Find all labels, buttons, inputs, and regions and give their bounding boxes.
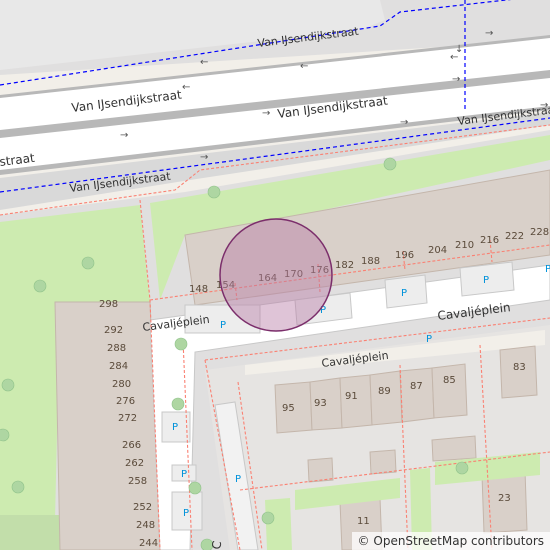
copyright-icon: ©: [357, 534, 370, 548]
building-85[interactable]: [431, 363, 468, 419]
map-canvas[interactable]: ← ← ← ← → → → → → → ↓ → Van IJsendijkstr…: [0, 0, 550, 550]
building-89[interactable]: [369, 370, 403, 426]
house-number: 89: [378, 386, 391, 397]
oneway-arrow-icon: →: [262, 108, 270, 119]
oneway-arrow-icon: →: [452, 74, 460, 85]
house-number: 262: [125, 458, 144, 469]
house-number: 85: [443, 375, 456, 386]
house-number: 188: [361, 256, 380, 267]
tree: [0, 428, 10, 442]
building-87[interactable]: [399, 367, 435, 423]
house-number: 87: [410, 381, 423, 392]
parking-icon: P: [181, 469, 187, 480]
house-number: 93: [314, 398, 327, 409]
house-number: 266: [122, 440, 141, 451]
house-number: 280: [112, 379, 131, 390]
house-number: 284: [109, 361, 128, 372]
parking-icon: P: [235, 474, 241, 485]
parking-icon: P: [220, 320, 226, 331]
house-number: 23: [498, 493, 511, 504]
oneway-arrow-icon: ←: [182, 82, 190, 93]
tree: [188, 481, 202, 495]
house-number: 228: [530, 227, 549, 238]
house-number: 182: [335, 260, 354, 271]
house-number: 210: [455, 240, 474, 251]
house-number: 83: [513, 362, 526, 373]
house-number: 276: [116, 396, 135, 407]
parking-icon: P: [483, 275, 489, 286]
house-number: 222: [505, 231, 524, 242]
oneway-arrow-icon: →: [485, 28, 493, 39]
parking-icon: P: [426, 334, 432, 345]
house-number: 288: [107, 343, 126, 354]
tree: [81, 256, 95, 270]
house-number: 148: [189, 284, 208, 295]
oneway-arrow-icon: →: [120, 130, 128, 141]
house-number: 91: [345, 391, 358, 402]
attribution-text: OpenStreetMap contributors: [373, 534, 544, 548]
parking-icon: P: [545, 264, 550, 275]
building-small-2[interactable]: [369, 449, 397, 475]
house-number: 272: [118, 413, 137, 424]
building-small-3[interactable]: [431, 435, 477, 462]
parking-icon: P: [401, 288, 407, 299]
tree: [455, 461, 469, 475]
tree: [174, 337, 188, 351]
oneway-arrow-icon: ←: [200, 57, 208, 68]
tree: [1, 378, 15, 392]
house-number: 248: [136, 520, 155, 531]
tree: [33, 279, 47, 293]
tree: [383, 157, 397, 171]
oneway-arrow-icon: →: [400, 117, 408, 128]
building-small-1[interactable]: [307, 457, 334, 483]
house-number: 252: [133, 502, 152, 513]
grass-bottom-left: [0, 515, 60, 550]
house-number: 216: [480, 235, 499, 246]
tree: [11, 480, 25, 494]
house-number: 11: [357, 516, 370, 527]
location-marker[interactable]: [219, 218, 333, 332]
house-number: 298: [99, 299, 118, 310]
tree: [207, 185, 221, 199]
house-number: 196: [395, 250, 414, 261]
oneway-arrow-icon: ←: [300, 61, 308, 72]
house-number: 258: [128, 476, 147, 487]
oneway-arrow-icon: →: [200, 152, 208, 163]
parking-icon: P: [183, 508, 189, 519]
tree: [171, 397, 185, 411]
tree: [261, 511, 275, 525]
attribution[interactable]: © OpenStreetMap contributors: [351, 532, 550, 550]
house-number: 95: [282, 403, 295, 414]
house-number: 244: [139, 538, 158, 549]
house-number: 204: [428, 245, 447, 256]
parking-icon: P: [172, 422, 178, 433]
oneway-arrow-icon: ↓: [455, 44, 463, 55]
house-number: 292: [104, 325, 123, 336]
